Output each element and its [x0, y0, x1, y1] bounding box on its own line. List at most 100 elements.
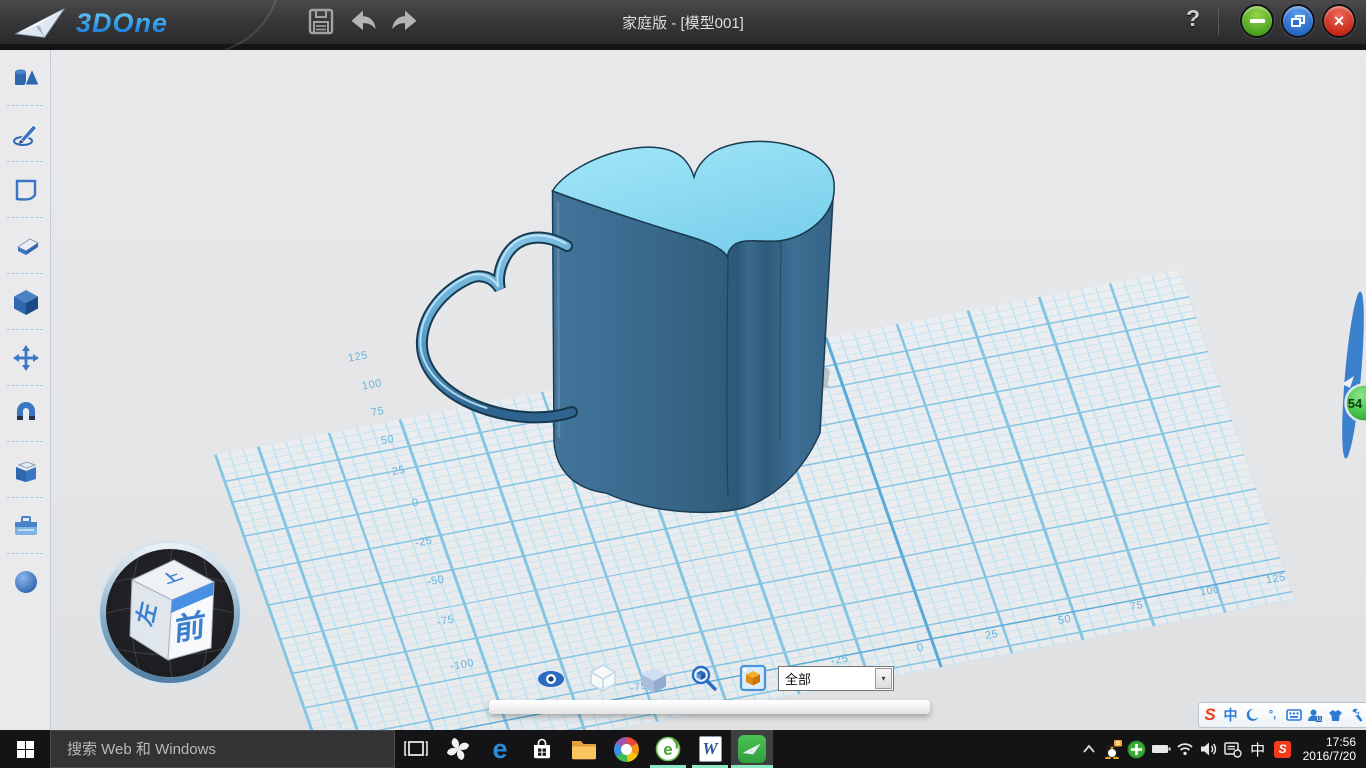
search-input[interactable]: [51, 741, 394, 758]
zoom-magnifier-button[interactable]: [690, 665, 718, 693]
fullwidth-moon-button[interactable]: [1242, 704, 1261, 726]
sidebar-item-special-features[interactable]: [0, 442, 51, 498]
speaker-icon: [1200, 741, 1218, 757]
taskbar-app-store[interactable]: [521, 730, 563, 768]
view-navigation-cube[interactable]: 上 前 左: [95, 538, 245, 688]
folder-icon: [571, 738, 597, 760]
sidebar-item-material-drawer[interactable]: [0, 498, 51, 554]
magnet-icon: [13, 401, 39, 427]
dropdown-arrow-button[interactable]: ▾: [875, 668, 892, 689]
tshirt-icon: [1328, 709, 1343, 722]
community-badge-count: 54: [1348, 396, 1363, 411]
sketch-pen-icon: [12, 121, 40, 147]
close-button[interactable]: ×: [1322, 4, 1356, 38]
help-button[interactable]: ?: [1180, 5, 1206, 37]
feature-cube-icon: [13, 288, 39, 316]
account-button[interactable]: 11: [1305, 704, 1324, 726]
sidebar-item-eraser[interactable]: [0, 218, 51, 274]
restore-button[interactable]: [1281, 4, 1315, 38]
chevron-up-icon: [1082, 744, 1096, 754]
navcube-face-front[interactable]: 前: [174, 607, 207, 647]
taskbar-app-edge[interactable]: e: [479, 730, 521, 768]
taskbar-app-word[interactable]: W: [689, 730, 731, 768]
svg-text:e: e: [663, 740, 672, 759]
display-target-button[interactable]: [739, 664, 767, 692]
user-icon: 11: [1307, 708, 1322, 723]
moon-icon: [1245, 708, 1259, 722]
ime-mode-button[interactable]: 中: [1221, 704, 1240, 726]
tray-action-center[interactable]: [1221, 730, 1245, 768]
save-button[interactable]: [306, 7, 336, 37]
taskbar-app-3done[interactable]: [731, 730, 773, 768]
start-button[interactable]: [0, 730, 50, 768]
mug-body: [553, 191, 834, 512]
axis-label-y: 50: [380, 433, 395, 447]
skin-button[interactable]: [1326, 704, 1345, 726]
wrench-icon: [1350, 708, 1364, 722]
system-tray: 中 S 17:56 2016/7/20: [1077, 730, 1366, 768]
minimize-button[interactable]: [1240, 4, 1274, 38]
tray-360-safe[interactable]: [1125, 730, 1149, 768]
windows-store-icon: [530, 737, 554, 761]
windows-taskbar: e e: [0, 730, 1366, 768]
tray-wifi[interactable]: [1173, 730, 1197, 768]
display-filter-dropdown[interactable]: 全部 ▾: [778, 666, 894, 691]
battery-icon: [1151, 743, 1171, 755]
axis-label-x: 75: [1129, 599, 1144, 613]
wireframe-view-button[interactable]: [589, 663, 617, 693]
taskbar-app-pinwheel[interactable]: [437, 730, 479, 768]
tray-volume[interactable]: [1197, 730, 1221, 768]
paper-plane-icon: [14, 6, 68, 40]
tray-battery[interactable]: [1149, 730, 1173, 768]
shaded-view-button[interactable]: [640, 666, 668, 694]
taskbar-app-360-browser[interactable]: [605, 730, 647, 768]
sidebar-item-feature-modeling[interactable]: [0, 274, 51, 330]
taskbar-clock[interactable]: 17:56 2016/7/20: [1295, 735, 1366, 763]
eraser-icon: [12, 234, 40, 258]
ime-settings-button[interactable]: [1347, 704, 1366, 726]
sogou-logo[interactable]: S: [1201, 704, 1219, 726]
special-box-icon: [12, 457, 40, 483]
clock-date: 2016/7/20: [1303, 749, 1356, 763]
wifi-icon: [1176, 742, 1194, 756]
brand-name: 3DOne: [76, 8, 168, 39]
visibility-eye-button[interactable]: [536, 665, 566, 693]
sidebar-item-assembly-magnet[interactable]: [0, 386, 51, 442]
punctuation-button[interactable]: °,: [1263, 704, 1282, 726]
display-filter-value: 全部: [779, 669, 875, 688]
tray-ime-indicator[interactable]: 中: [1245, 739, 1271, 760]
render-sphere-icon: [13, 569, 39, 595]
word-icon: W: [699, 736, 722, 762]
qq-penguin-icon: [1103, 739, 1123, 759]
sidebar-item-move-transform[interactable]: [0, 330, 51, 386]
primitive-solids-icon: [12, 65, 40, 91]
move-arrows-icon: [12, 344, 40, 372]
task-view-button[interactable]: [395, 730, 437, 768]
sidebar-item-sketch-draw[interactable]: [0, 106, 51, 162]
side-pull-tab[interactable]: [1338, 291, 1366, 460]
3done-application-window: -75 -50 -25 0 25 50 75 100 125 125 100 7…: [0, 0, 1366, 768]
undo-button[interactable]: [348, 7, 378, 37]
redo-button[interactable]: [390, 7, 420, 37]
pinwheel-icon: [445, 736, 471, 762]
windows-logo-icon: [17, 741, 34, 758]
sidebar-item-sketch-plane[interactable]: [0, 162, 51, 218]
360-browser-icon: [614, 737, 639, 762]
soft-keyboard-button[interactable]: [1284, 704, 1303, 726]
tray-qq[interactable]: [1101, 730, 1125, 768]
taskbar-app-file-explorer[interactable]: [563, 730, 605, 768]
green-e-browser-icon: e: [655, 736, 681, 762]
collapsed-panel-handle[interactable]: [489, 700, 930, 714]
tray-show-hidden-button[interactable]: [1077, 730, 1101, 768]
svg-text:11: 11: [1316, 716, 1322, 722]
tool-sidebar: [0, 50, 51, 730]
titlebar-divider: [1218, 8, 1219, 35]
heart-mug-3d-model[interactable]: [405, 125, 870, 530]
taskbar-search-box[interactable]: [50, 730, 395, 768]
sidebar-item-render[interactable]: [0, 554, 51, 610]
drawer-icon: [12, 514, 40, 538]
tray-sogou[interactable]: S: [1271, 730, 1295, 768]
axis-label-x: 50: [1057, 613, 1072, 627]
taskbar-app-360-extreme[interactable]: e: [647, 730, 689, 768]
sidebar-item-primitive-solids[interactable]: [0, 50, 51, 106]
